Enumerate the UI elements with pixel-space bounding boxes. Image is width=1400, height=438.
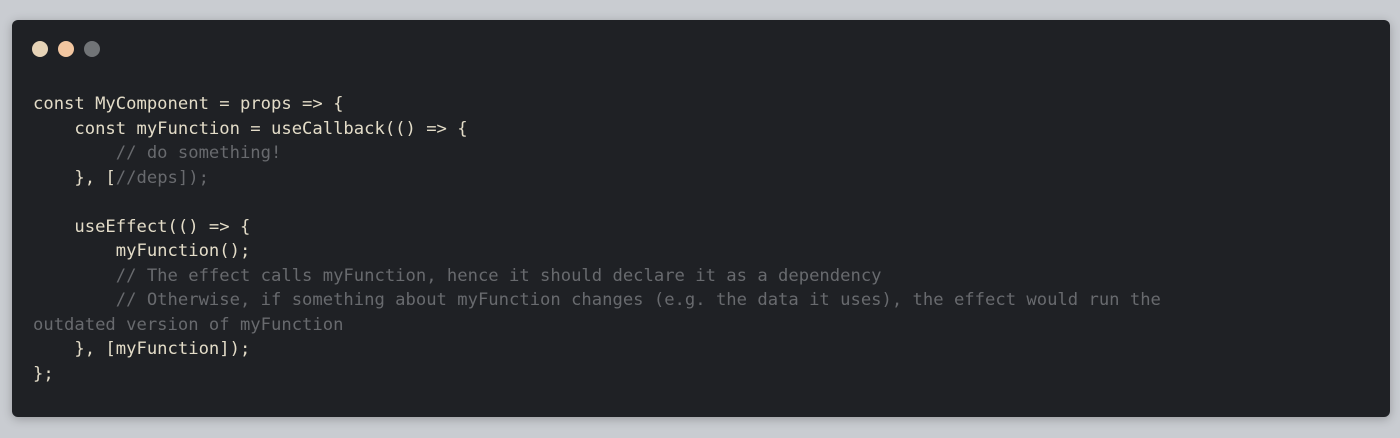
code-text: myFunction(); (33, 241, 251, 261)
code-block: const MyComponent = props => { const myF… (33, 92, 1373, 386)
code-comment: outdated version of myFunction (33, 314, 344, 335)
code-line: const myFunction = useCallback(() => { (33, 117, 1373, 142)
code-comment: // do something! (33, 143, 282, 163)
code-comment: // Otherwise, if something about myFunct… (33, 290, 1161, 310)
code-window: const MyComponent = props => { const myF… (12, 20, 1390, 417)
code-text: }, [ (33, 167, 116, 188)
window-controls (32, 41, 100, 57)
code-line: // Otherwise, if something about myFunct… (33, 288, 1373, 313)
code-text: }; (33, 363, 54, 384)
code-text: }, [myFunction]); (33, 339, 251, 359)
zoom-button[interactable] (84, 41, 100, 57)
code-comment: //deps]); (115, 167, 209, 188)
code-line: }, [myFunction]); (33, 337, 1373, 362)
code-line: outdated version of myFunction (33, 313, 1373, 338)
code-text: const myFunction = useCallback(() => { (33, 118, 468, 139)
code-comment: // The effect calls myFunction, hence it… (33, 265, 882, 286)
code-text: const MyComponent = props => { (33, 94, 344, 114)
code-line: }, [//deps]); (33, 166, 1373, 191)
code-line: myFunction(); (33, 239, 1373, 264)
code-text: useEffect(() => { (33, 216, 251, 237)
minimize-button[interactable] (58, 41, 74, 57)
code-line: const MyComponent = props => { (33, 92, 1373, 117)
code-line: useEffect(() => { (33, 215, 1373, 240)
code-line: }; (33, 362, 1373, 387)
close-button[interactable] (32, 41, 48, 57)
code-line: // The effect calls myFunction, hence it… (33, 264, 1373, 289)
code-line: // do something! (33, 141, 1373, 166)
